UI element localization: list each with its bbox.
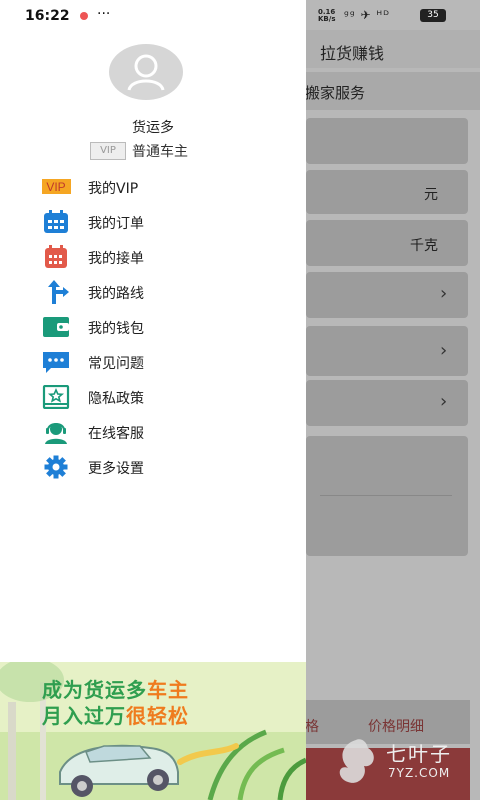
menu-label: 更多设置 xyxy=(88,461,144,477)
menu-item-privacy-policy[interactable]: 隐私政策 xyxy=(0,380,306,414)
background-tab-moving: 搬家服务 xyxy=(305,84,366,102)
user-icon xyxy=(127,54,165,91)
background-price-detail: 价格明细 xyxy=(368,719,424,735)
avatar[interactable] xyxy=(109,44,183,100)
promo-text-accent: 很轻松 xyxy=(126,704,189,728)
menu-item-my-wallet[interactable]: 我的钱包 xyxy=(0,310,306,344)
watermark-domain: 7YZ.COM xyxy=(388,766,451,780)
username: 货运多 xyxy=(132,120,174,136)
status-time: 16:22 xyxy=(25,8,70,24)
wallet-icon xyxy=(43,317,69,337)
background-title: 拉货赚钱 xyxy=(320,44,385,63)
menu-item-my-accepted[interactable]: 我的接单 xyxy=(0,240,306,274)
background-card xyxy=(306,118,468,164)
background-card xyxy=(306,170,468,214)
background-card xyxy=(306,436,468,556)
gear-icon xyxy=(44,455,68,479)
menu-label: 我的接单 xyxy=(88,251,144,267)
calendar-red-icon xyxy=(45,245,67,268)
more-notifications-icon: ··· xyxy=(97,6,111,22)
menu-item-my-orders[interactable]: 我的订单 xyxy=(0,205,306,239)
background-card xyxy=(306,220,468,266)
vip-icon: VIP xyxy=(42,179,71,194)
chevron-right-icon: › xyxy=(440,340,448,361)
promo-text-accent: 车主 xyxy=(147,678,189,702)
menu-item-my-vip[interactable]: VIP 我的VIP xyxy=(0,170,306,204)
chat-icon xyxy=(43,352,69,373)
network-speed: 0.16 KB/s xyxy=(318,8,336,23)
background-footer-left: 格 xyxy=(305,719,319,735)
vip-badge: VIP xyxy=(90,141,126,160)
promo-text: 成为货运多 xyxy=(42,678,147,702)
background-unit-yuan: 元 xyxy=(424,187,438,203)
notification-icon xyxy=(80,12,88,20)
watermark-text: 七叶子 xyxy=(386,742,452,766)
menu-item-more-settings[interactable]: 更多设置 xyxy=(0,450,306,484)
privacy-icon xyxy=(42,385,70,409)
navigation-drawer: 货运多 VIP 普通车主 VIP 我的VIP 我的订单 我的接单 我的路线 我的… xyxy=(0,0,306,800)
chevron-right-icon: › xyxy=(440,391,448,412)
status-bar: 16:22 ··· 0.16 KB/s ᵍᵍ ✈ ᴴᴰ 35 xyxy=(0,0,480,34)
background-unit-kg: 千克 xyxy=(410,238,438,254)
menu-label: 隐私政策 xyxy=(88,391,144,407)
signal-icons: ᵍᵍ ✈ ᴴᴰ xyxy=(344,8,390,22)
chevron-right-icon: › xyxy=(440,283,448,304)
menu-label: 常见问题 xyxy=(88,356,144,372)
menu-label: 我的VIP xyxy=(88,181,139,197)
vip-level: 普通车主 xyxy=(132,143,188,160)
promo-headline-2: 月入过万很轻松 xyxy=(42,700,189,729)
menu-label: 在线客服 xyxy=(88,426,144,442)
menu-item-online-service[interactable]: 在线客服 xyxy=(0,415,306,449)
customer-service-icon xyxy=(45,423,67,444)
calendar-blue-icon xyxy=(44,210,68,233)
battery-icon: 35 xyxy=(420,9,446,22)
menu-label: 我的订单 xyxy=(88,216,144,232)
menu-label: 我的路线 xyxy=(88,286,144,302)
menu-item-my-routes[interactable]: 我的路线 xyxy=(0,275,306,309)
menu-item-faq[interactable]: 常见问题 xyxy=(0,345,306,379)
vip-status: VIP 普通车主 xyxy=(90,140,188,160)
menu-label: 我的钱包 xyxy=(88,321,144,337)
promo-headline-1: 成为货运多车主 xyxy=(42,674,189,703)
svg-text:VIP: VIP xyxy=(46,180,65,194)
promo-text: 月入过万 xyxy=(42,704,126,728)
route-icon xyxy=(48,280,69,304)
